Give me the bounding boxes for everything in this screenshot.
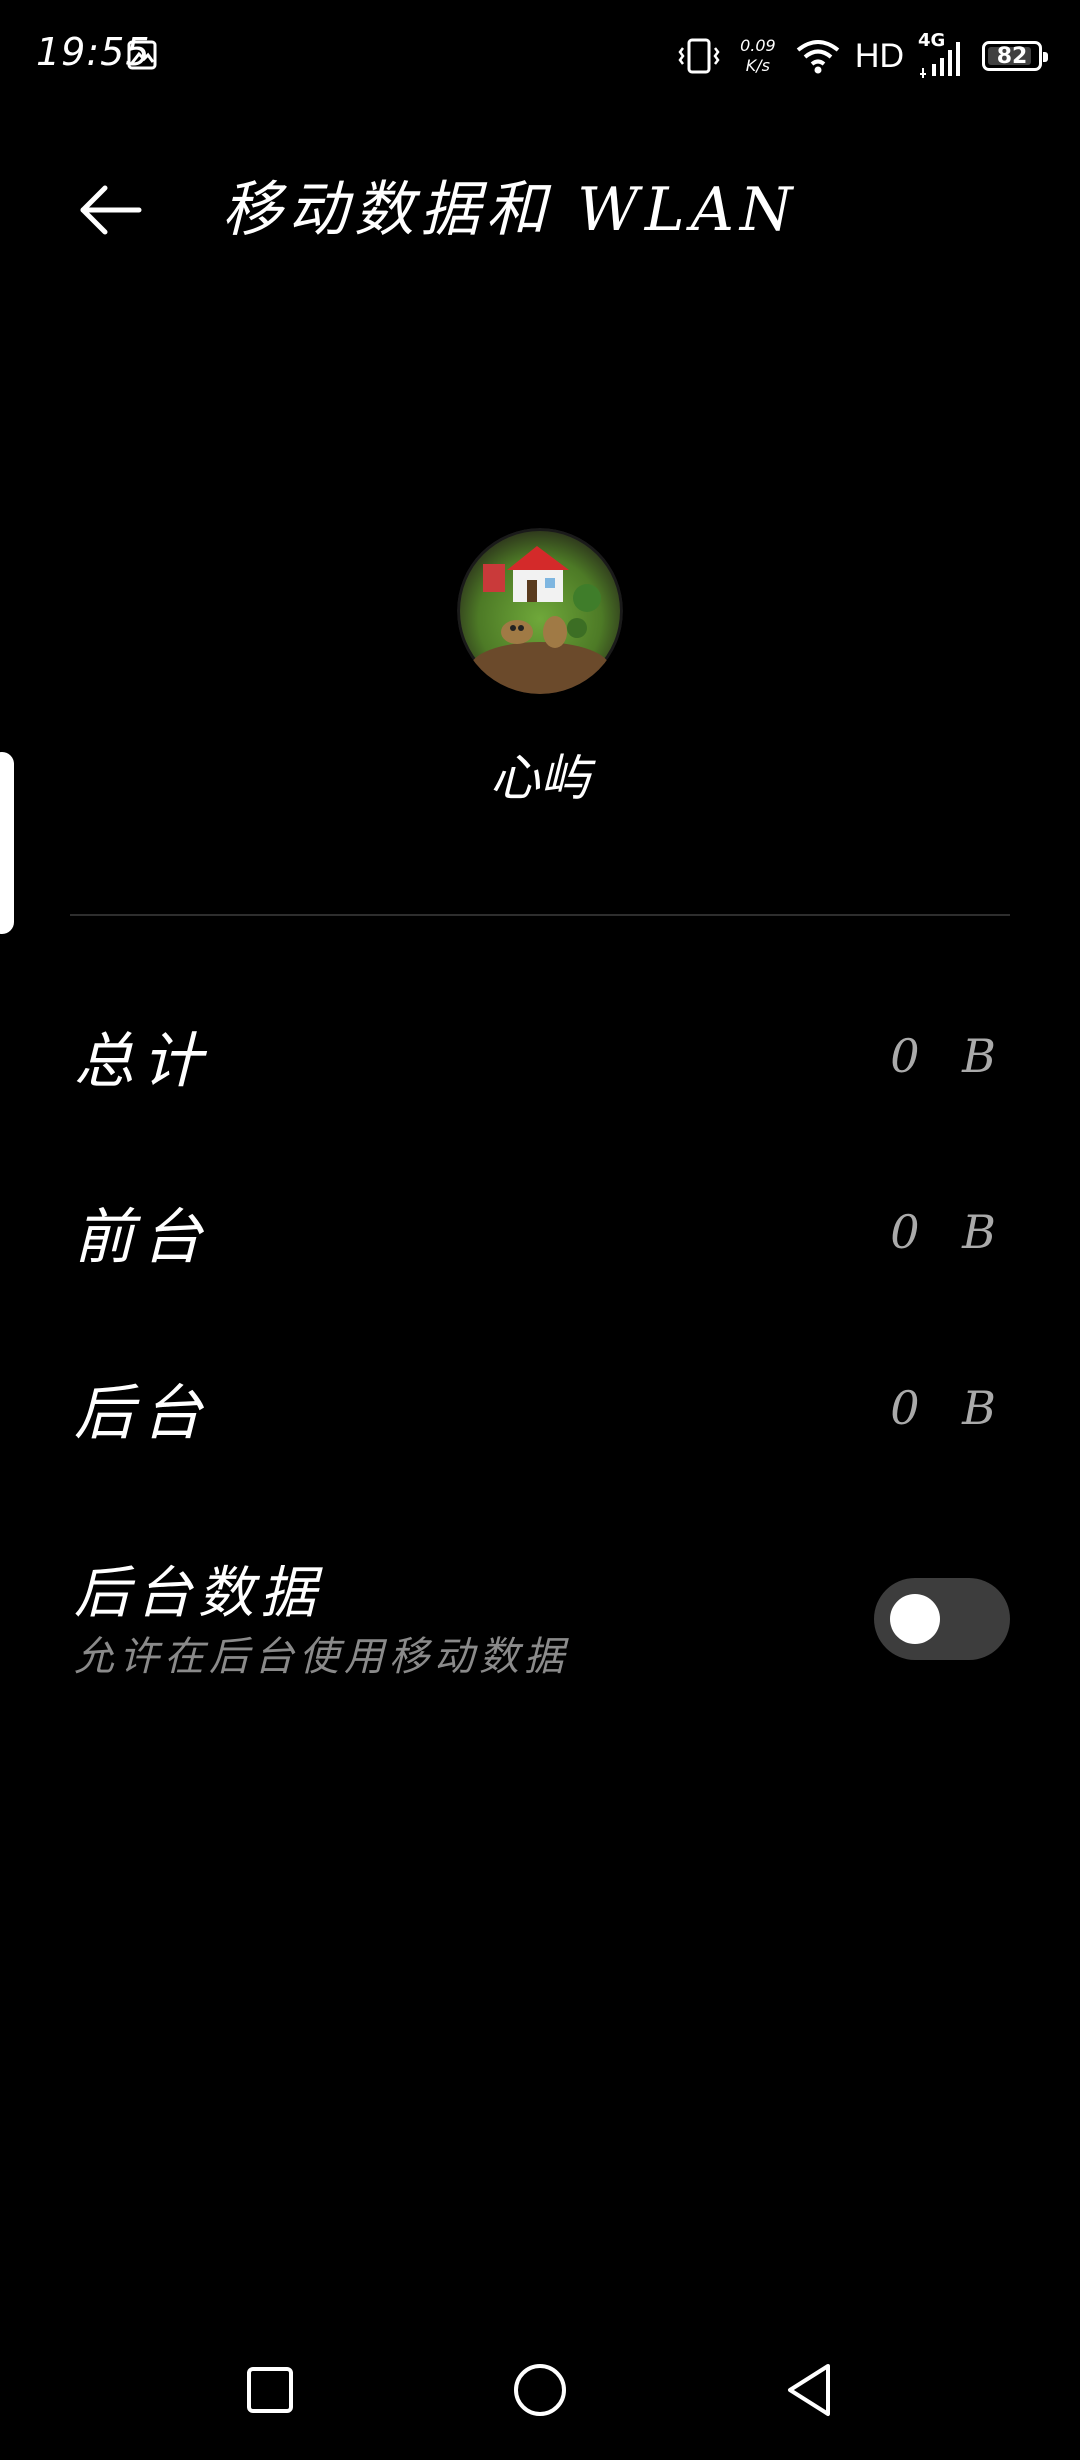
island-app-icon [457,528,623,694]
signal-bars-icon [920,42,960,78]
stat-value: 0 B [890,1381,1010,1435]
stat-row-foreground: 前台 0 B [70,1172,1010,1292]
home-button[interactable] [500,2350,580,2430]
cellular-signal: 4G [918,30,968,78]
navigation-bar [0,2330,1080,2460]
status-bar: 19:55 0.09 K/s HD 4G 82 [0,0,1080,110]
network-speed: 0.09 K/s [735,36,781,76]
network-speed-value: 0.09 [740,36,776,55]
background-data-toggle[interactable] [874,1578,1010,1660]
back-button[interactable] [70,170,150,250]
battery-level: 82 [996,43,1028,69]
status-icons: 0.09 K/s HD 4G 82 [677,28,1048,84]
stat-label: 后台 [74,1378,210,1449]
circle-icon [514,2364,566,2416]
app-icon [457,528,623,694]
triangle-back-icon [788,2364,830,2416]
network-speed-unit: K/s [745,56,770,75]
hd-indicator: HD [854,36,904,75]
stat-value: 0 B [890,1205,1010,1259]
recents-button[interactable] [230,2350,310,2430]
battery-indicator: 82 [982,41,1048,71]
vibrate-icon [678,38,720,74]
stat-label: 前台 [74,1202,210,1273]
gallery-icon [127,40,157,70]
arrow-left-icon [80,185,142,235]
divider [70,914,1010,916]
app-name: 心屿 [490,749,590,807]
wifi-icon [796,40,840,74]
stat-label: 总计 [74,1026,210,1097]
square-icon [247,2367,293,2413]
side-drag-handle[interactable] [0,752,14,934]
background-data-title: 后台数据 [74,1561,322,1626]
background-data-subtitle: 允许在后台使用移动数据 [74,1634,569,1680]
stat-row-total: 总计 0 B [70,996,1010,1116]
back-nav-button[interactable] [770,2350,850,2430]
background-data-setting[interactable]: 后台数据 允许在后台使用移动数据 [70,1548,1010,1688]
page-title: 移动数据和 WLAN [222,175,799,245]
stat-value: 0 B [890,1029,1010,1083]
toggle-knob [890,1594,940,1644]
stat-row-background: 后台 0 B [70,1348,1010,1468]
